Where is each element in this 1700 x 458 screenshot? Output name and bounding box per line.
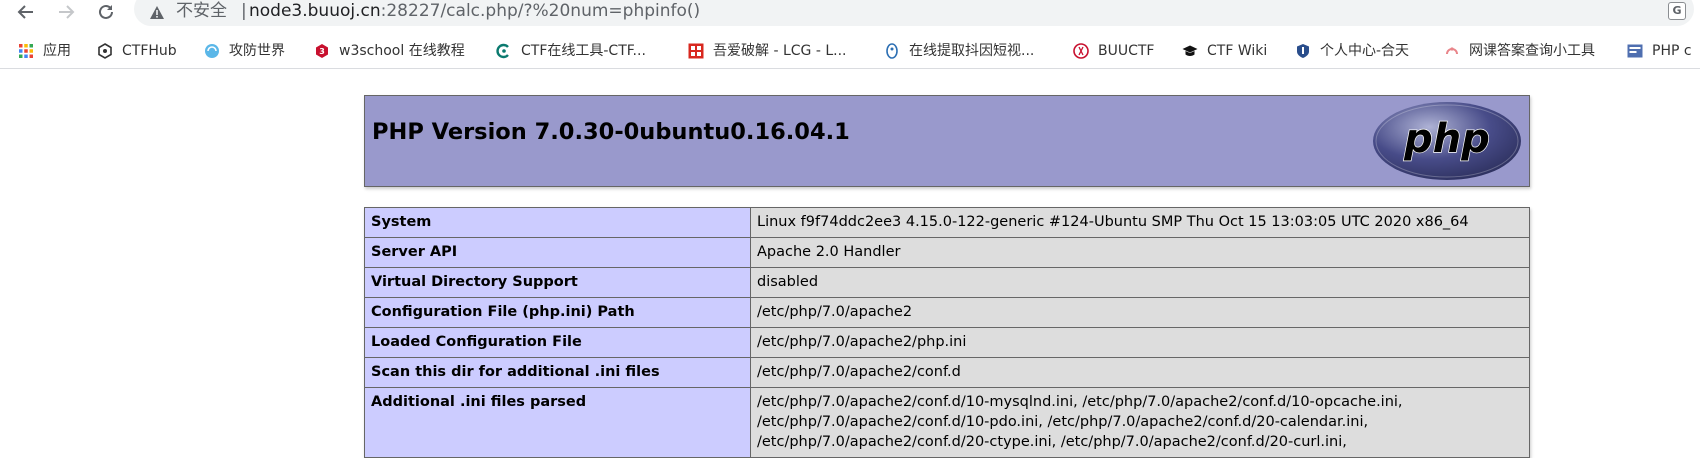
value-line: /etc/php/7.0/apache2 xyxy=(757,304,913,320)
back-button[interactable] xyxy=(12,0,40,24)
bookmark-label: 个人中心-合天 xyxy=(1320,43,1410,59)
value-line: /etc/php/7.0/apache2/conf.d/10-pdo.ini, … xyxy=(757,414,1369,430)
row-key: Configuration File (php.ini) Path xyxy=(364,297,751,328)
svg-text:3: 3 xyxy=(319,47,325,56)
value-line: Linux f9f74ddc2ee3 4.15.0-122-generic #1… xyxy=(757,214,1469,230)
bookmark-adworld[interactable]: 攻防世界 xyxy=(204,41,285,61)
row-value: disabled xyxy=(750,267,1530,298)
row-value: /etc/php/7.0/apache2/conf.d xyxy=(750,357,1530,388)
douyin-icon xyxy=(884,43,900,59)
table-row: System Linux f9f74ddc2ee3 4.15.0-122-gen… xyxy=(364,207,1530,238)
table-row: Configuration File (php.ini) Path /etc/p… xyxy=(364,297,1530,328)
bookmark-label: CTF Wiki xyxy=(1207,43,1268,59)
bookmark-wangke[interactable]: 网课答案查询小工具 xyxy=(1444,41,1595,61)
arrow-right-icon xyxy=(59,5,75,19)
table-row: Additional .ini files parsed /etc/php/7.… xyxy=(364,387,1530,458)
bookmark-ctfwiki[interactable]: CTF Wiki xyxy=(1182,41,1267,61)
omnibox-separator: | xyxy=(241,1,247,21)
row-value: /etc/php/7.0/apache2/conf.d/10-mysqlnd.i… xyxy=(750,387,1530,458)
url-text[interactable]: node3.buuoj.cn:28227/calc.php/?%20num=ph… xyxy=(249,1,700,21)
bookmark-php-manual[interactable]: PHP c xyxy=(1627,41,1692,61)
value-line: disabled xyxy=(757,274,819,290)
table-row: Loaded Configuration File /etc/php/7.0/a… xyxy=(364,327,1530,358)
bookmark-hetian[interactable]: 个人中心-合天 xyxy=(1295,41,1409,61)
table-row: Server API Apache 2.0 Handler xyxy=(364,237,1530,268)
52pojie-icon xyxy=(688,43,704,59)
wangke-icon xyxy=(1444,43,1460,59)
value-line: /etc/php/7.0/apache2/conf.d/20-ctype.ini… xyxy=(757,434,1347,450)
row-key: Virtual Directory Support xyxy=(364,267,751,298)
bookmark-label: CTFHub xyxy=(122,43,177,59)
bookmark-label: PHP c xyxy=(1652,43,1692,59)
row-key: System xyxy=(364,207,751,238)
warning-icon[interactable] xyxy=(148,3,166,21)
svg-text:php: php xyxy=(1403,116,1490,162)
translate-icon[interactable]: G xyxy=(1668,2,1686,20)
row-key: Loaded Configuration File xyxy=(364,327,751,358)
value-line: /etc/php/7.0/apache2/conf.d xyxy=(757,364,961,380)
phpinfo-table: System Linux f9f74ddc2ee3 4.15.0-122-gen… xyxy=(364,207,1530,458)
reload-button[interactable] xyxy=(92,0,120,24)
bookmark-52pojie[interactable]: 吾爱破解 - LCG - L... xyxy=(688,41,846,61)
bookmarks-bar: 应用 CTFHub 攻防世界 3 w3school 在线教程 CTF在线工具-C… xyxy=(0,34,1700,69)
hetian-icon xyxy=(1295,43,1311,59)
row-key: Additional .ini files parsed xyxy=(364,387,751,458)
arrow-left-icon xyxy=(17,5,33,19)
w3school-icon: 3 xyxy=(314,43,330,59)
not-secure-label[interactable]: 不安全 xyxy=(176,1,227,21)
bookmark-buuctf[interactable]: BUUCTF xyxy=(1073,41,1154,61)
table-row: Scan this dir for additional .ini files … xyxy=(364,357,1530,388)
php-logo[interactable]: php xyxy=(1371,100,1523,182)
browser-toolbar: 不安全 | node3.buuoj.cn:28227/calc.php/?%20… xyxy=(0,0,1700,28)
bookmark-ctfhub[interactable]: CTFHub xyxy=(97,41,177,61)
url-path: :28227/calc.php/?%20num=phpinfo() xyxy=(380,1,701,21)
php-version-header: PHP Version 7.0.30-0ubuntu0.16.04.1 php xyxy=(364,95,1530,187)
bookmark-ctftools[interactable]: CTF在线工具-CTF... xyxy=(496,41,646,61)
row-value: Linux f9f74ddc2ee3 4.15.0-122-generic #1… xyxy=(750,207,1530,238)
row-value: Apache 2.0 Handler xyxy=(750,237,1530,268)
adworld-icon xyxy=(204,43,220,59)
ctfhub-icon xyxy=(97,43,113,59)
bookmark-w3school[interactable]: 3 w3school 在线教程 xyxy=(314,41,465,61)
apps-grid-icon xyxy=(18,43,34,59)
bookmark-douyin[interactable]: 在线提取抖因短视... xyxy=(884,41,1034,61)
ctfwiki-icon xyxy=(1182,43,1198,59)
bookmark-label: w3school 在线教程 xyxy=(339,43,465,59)
bookmark-label: 应用 xyxy=(43,43,71,59)
row-key: Server API xyxy=(364,237,751,268)
url-host: node3.buuoj.cn xyxy=(249,1,381,21)
address-bar[interactable]: 不安全 | node3.buuoj.cn:28227/calc.php/?%20… xyxy=(134,0,1694,26)
forward-button[interactable] xyxy=(52,0,80,24)
bookmark-label: CTF在线工具-CTF... xyxy=(521,43,646,59)
ctftools-icon xyxy=(496,43,512,59)
value-line: /etc/php/7.0/apache2/php.ini xyxy=(757,334,967,350)
row-value: /etc/php/7.0/apache2 xyxy=(750,297,1530,328)
php-manual-icon xyxy=(1627,43,1643,59)
php-version-title: PHP Version 7.0.30-0ubuntu0.16.04.1 xyxy=(372,119,850,145)
bookmark-label: 网课答案查询小工具 xyxy=(1469,43,1595,59)
bookmark-apps[interactable]: 应用 xyxy=(18,41,71,61)
row-key: Scan this dir for additional .ini files xyxy=(364,357,751,388)
buuctf-icon xyxy=(1073,43,1089,59)
table-row: Virtual Directory Support disabled xyxy=(364,267,1530,298)
reload-icon xyxy=(99,4,113,19)
bookmark-label: 在线提取抖因短视... xyxy=(909,43,1035,59)
bookmark-label: BUUCTF xyxy=(1098,43,1155,59)
value-line: /etc/php/7.0/apache2/conf.d/10-mysqlnd.i… xyxy=(757,394,1403,410)
bookmark-label: 吾爱破解 - LCG - L... xyxy=(713,43,847,59)
row-value: /etc/php/7.0/apache2/php.ini xyxy=(750,327,1530,358)
value-line: Apache 2.0 Handler xyxy=(757,244,901,260)
bookmark-label: 攻防世界 xyxy=(229,43,285,59)
